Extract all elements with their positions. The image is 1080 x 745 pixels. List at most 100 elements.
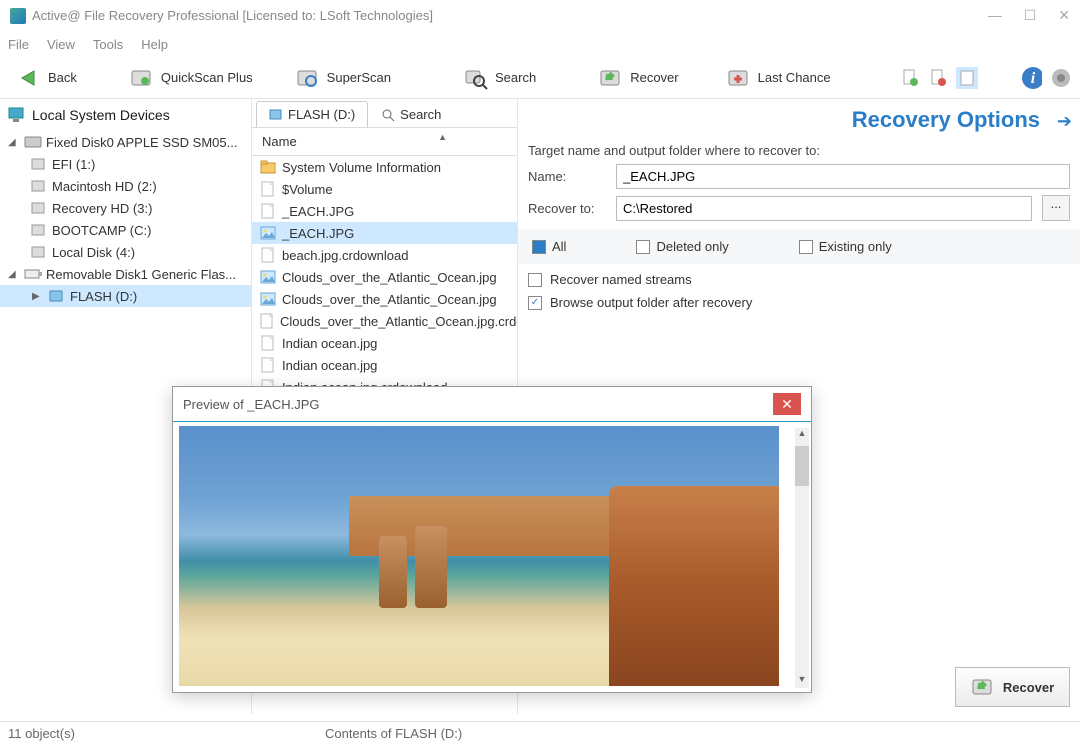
tree-vol-local[interactable]: Local Disk (4:)	[0, 241, 251, 263]
file-row[interactable]: Indian ocean.jpg	[252, 332, 517, 354]
search-icon	[463, 65, 489, 91]
target-description: Target name and output folder where to r…	[528, 143, 1070, 158]
volume-icon	[30, 178, 48, 194]
volume-icon	[30, 244, 48, 260]
disk1-label: Removable Disk1 Generic Flas...	[46, 267, 236, 282]
file-icon	[260, 181, 276, 197]
tree-vol-bootcamp[interactable]: BOOTCAMP (C:)	[0, 219, 251, 241]
lastchance-button[interactable]: Last Chance	[720, 61, 837, 95]
file-row[interactable]: beach.jpg.crdownload	[252, 244, 517, 266]
window-title: Active@ File Recovery Professional [Lice…	[32, 8, 433, 23]
usb-disk-icon	[24, 266, 42, 282]
tab-search[interactable]: Search	[368, 101, 454, 127]
quickscan-button[interactable]: QuickScan Plus	[123, 61, 259, 95]
lastchance-label: Last Chance	[758, 70, 831, 85]
recover-button[interactable]: Recover	[955, 667, 1070, 707]
back-button[interactable]: Back	[10, 61, 83, 95]
volume-icon	[30, 200, 48, 216]
sidebar-title: Local System Devices	[32, 107, 170, 123]
svg-text:i: i	[1031, 70, 1036, 87]
name-input[interactable]	[616, 164, 1070, 189]
scroll-up-icon[interactable]: ▲	[795, 428, 809, 442]
file-row[interactable]: Clouds_over_the_Atlantic_Ocean.jpg	[252, 288, 517, 310]
filter-all-radio[interactable]: All	[532, 239, 566, 254]
menu-help[interactable]: Help	[141, 37, 168, 52]
list-header-name[interactable]: Name ▲	[252, 128, 517, 156]
doc-check-icon[interactable]	[900, 67, 922, 89]
search-tab-icon	[381, 108, 395, 122]
file-name: _EACH.JPG	[282, 226, 354, 241]
file-name: beach.jpg.crdownload	[282, 248, 408, 263]
search-button[interactable]: Search	[457, 61, 542, 95]
recover-toolbar-button[interactable]: Recover	[592, 61, 684, 95]
file-row[interactable]: Clouds_over_the_Atlantic_Ocean.jpg.crdow…	[252, 310, 517, 332]
menu-view[interactable]: View	[47, 37, 75, 52]
file-row[interactable]: _EACH.JPG	[252, 200, 517, 222]
collapse-arrow-icon[interactable]: ◢	[8, 137, 20, 148]
scroll-down-icon[interactable]: ▼	[795, 674, 809, 688]
titlebar: Active@ File Recovery Professional [Lice…	[0, 0, 1080, 31]
tree-vol-efi[interactable]: EFI (1:)	[0, 153, 251, 175]
back-label: Back	[48, 70, 77, 85]
collapse-panel-icon[interactable]: ➔	[1057, 111, 1072, 132]
monitor-icon	[8, 107, 26, 123]
close-icon[interactable]: ✕	[1058, 7, 1070, 24]
sort-asc-icon: ▲	[438, 132, 447, 142]
superscan-button[interactable]: SuperScan	[289, 61, 397, 95]
settings-icon[interactable]	[1048, 67, 1070, 89]
info-icon[interactable]: i	[1020, 67, 1042, 89]
image-icon	[260, 269, 276, 285]
image-icon	[260, 291, 276, 307]
scroll-thumb[interactable]	[795, 446, 809, 486]
file-row[interactable]: Clouds_over_the_Atlantic_Ocean.jpg	[252, 266, 517, 288]
tree-disk0[interactable]: ◢ Fixed Disk0 APPLE SSD SM05...	[0, 131, 251, 153]
file-row[interactable]: $Volume	[252, 178, 517, 200]
file-name: Clouds_over_the_Atlantic_Ocean.jpg	[282, 292, 497, 307]
doc-highlight-icon[interactable]	[956, 67, 978, 89]
filter-existing-radio[interactable]: Existing only	[799, 239, 892, 254]
tree-disk1[interactable]: ◢ Removable Disk1 Generic Flas...	[0, 263, 251, 285]
file-icon	[260, 203, 276, 219]
tree-vol-recovery[interactable]: Recovery HD (3:)	[0, 197, 251, 219]
tree-vol-flash[interactable]: ▶ FLASH (D:)	[0, 285, 251, 307]
file-row[interactable]: _EACH.JPG	[252, 222, 517, 244]
tree-vol-macintosh[interactable]: Macintosh HD (2:)	[0, 175, 251, 197]
file-name: $Volume	[282, 182, 333, 197]
recover-streams-checkbox[interactable]: Recover named streams	[528, 272, 1070, 287]
disk0-label: Fixed Disk0 APPLE SSD SM05...	[46, 135, 237, 150]
file-row[interactable]: Indian ocean.jpg	[252, 354, 517, 376]
collapse-arrow-icon[interactable]: ◢	[8, 269, 20, 280]
image-icon	[260, 225, 276, 241]
expand-arrow-icon[interactable]: ▶	[32, 291, 44, 302]
file-icon	[260, 335, 276, 351]
volume-icon	[30, 156, 48, 172]
preview-title: Preview of _EACH.JPG	[183, 397, 320, 412]
minimize-icon[interactable]: —	[988, 7, 1002, 24]
file-icon	[260, 313, 274, 329]
drive-recover-icon	[598, 65, 624, 91]
browse-folder-button[interactable]: ...	[1042, 195, 1070, 221]
doc-cancel-icon[interactable]	[928, 67, 950, 89]
preview-image	[179, 426, 779, 686]
file-name: _EACH.JPG	[282, 204, 354, 219]
volume-icon	[48, 288, 66, 304]
preview-window: Preview of _EACH.JPG ✕ ▲ ▼	[172, 386, 812, 693]
browse-after-checkbox[interactable]: ✓Browse output folder after recovery	[528, 295, 1070, 310]
file-name: System Volume Information	[282, 160, 441, 175]
statusbar: 11 object(s) Contents of FLASH (D:)	[0, 721, 1080, 745]
maximize-icon[interactable]: ☐	[1024, 7, 1037, 24]
volume-tab-icon	[269, 109, 283, 121]
menu-file[interactable]: File	[8, 37, 29, 52]
file-name: Clouds_over_the_Atlantic_Ocean.jpg	[282, 270, 497, 285]
preview-close-button[interactable]: ✕	[773, 393, 801, 415]
recover-to-input[interactable]	[616, 196, 1032, 221]
preview-scrollbar[interactable]: ▲ ▼	[795, 428, 809, 688]
file-row[interactable]: System Volume Information	[252, 156, 517, 178]
menu-tools[interactable]: Tools	[93, 37, 123, 52]
tab-flash[interactable]: FLASH (D:)	[256, 101, 368, 127]
file-name: Indian ocean.jpg	[282, 336, 377, 351]
drive-quickscan-icon	[129, 65, 155, 91]
filter-deleted-radio[interactable]: Deleted only	[636, 239, 728, 254]
fixed-disk-icon	[24, 134, 42, 150]
drive-recover-icon	[971, 675, 995, 699]
